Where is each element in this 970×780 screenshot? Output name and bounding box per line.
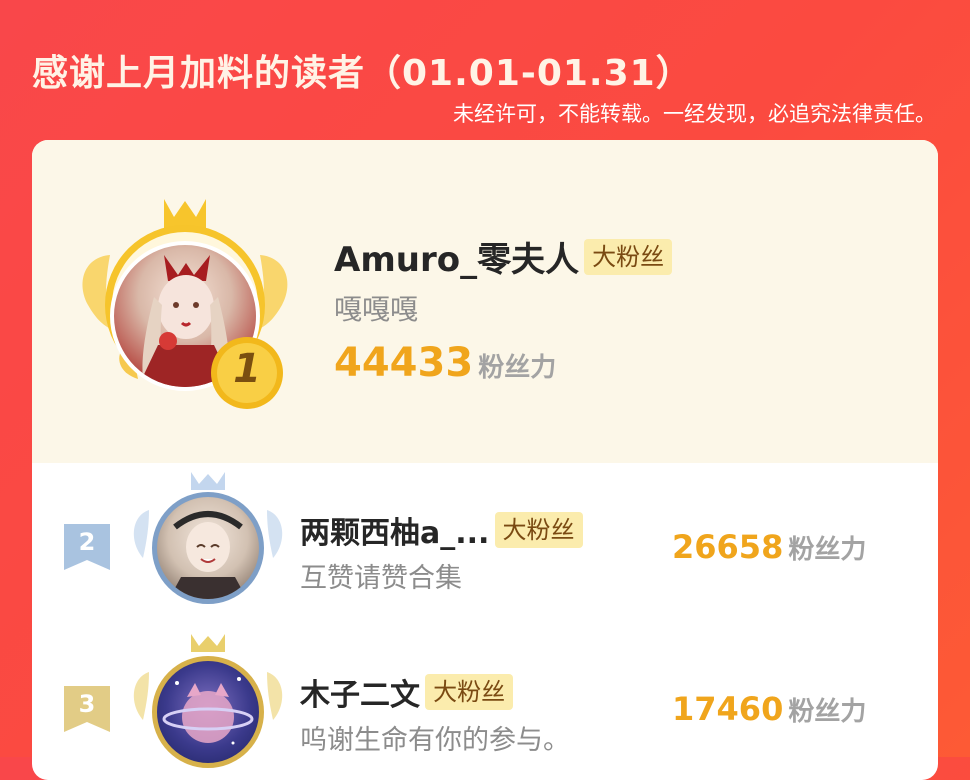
fan-power-value: 26658 xyxy=(672,528,784,566)
rank-number: 3 xyxy=(78,690,96,718)
page-title: 感谢上月加料的读者（01.01-01.31） xyxy=(32,53,693,94)
reader-name[interactable]: Amuro_零夫人 xyxy=(334,240,579,280)
reader-signature: 嘎嘎嘎 xyxy=(334,293,419,326)
reader-signature: 呜谢生命有你的参与。 xyxy=(300,725,570,756)
fan-power-unit: 粉丝力 xyxy=(788,697,867,727)
reader-name-row: 两颗西柚a_... 大粉丝 xyxy=(300,508,583,552)
fan-power-value: 44433 xyxy=(334,340,474,386)
fan-power-unit: 粉丝力 xyxy=(478,353,557,383)
rank-number: 2 xyxy=(78,528,96,556)
fan-power-unit: 粉丝力 xyxy=(788,535,867,565)
fan-level-badge: 大粉丝 xyxy=(494,512,583,548)
reader-name-row: 木子二文 大粉丝 xyxy=(300,670,514,714)
copyright-notice: 未经许可，不能转载。一经发现，必追究法律责任。 xyxy=(453,102,936,126)
fan-level-badge: 大粉丝 xyxy=(425,674,514,710)
rank-number: 1 xyxy=(233,346,261,392)
reader-signature: 互赞请赞合集 xyxy=(300,563,462,594)
fan-power: 44433 粉丝力 xyxy=(334,340,556,386)
avatar-planet-icon xyxy=(162,677,254,745)
fan-power-value: 17460 xyxy=(672,690,784,728)
avatar-portrait-icon xyxy=(169,511,247,599)
avatar[interactable] xyxy=(152,492,264,604)
reader-name[interactable]: 木子二文 xyxy=(300,678,420,713)
reader-name-row: Amuro_零夫人 大粉丝 xyxy=(334,232,673,281)
fan-power: 17460 粉丝力 xyxy=(672,690,866,728)
avatar[interactable] xyxy=(152,656,264,768)
fan-power: 26658 粉丝力 xyxy=(672,528,866,566)
reader-name[interactable]: 两颗西柚a_... xyxy=(300,516,489,551)
ranking-card: 1 Amuro_零夫人 大粉丝 嘎嘎嘎 44433 粉丝力 2 两颗西柚a_..… xyxy=(32,140,938,780)
fan-level-badge: 大粉丝 xyxy=(584,238,673,275)
